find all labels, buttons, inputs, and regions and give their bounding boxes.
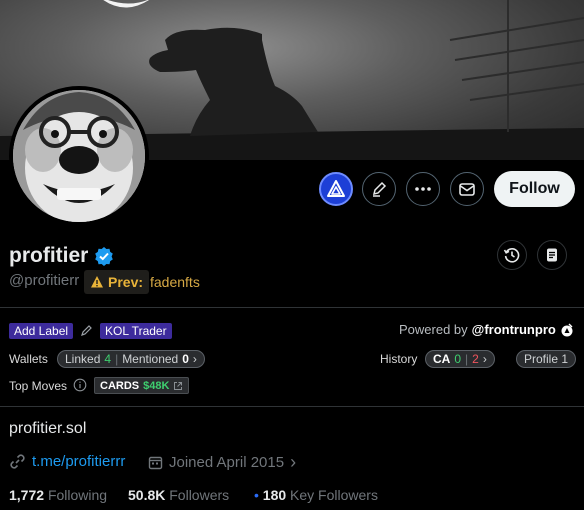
cards-value: $48K <box>143 379 170 392</box>
follow-button[interactable]: Follow <box>494 171 575 207</box>
link-icon <box>10 454 25 469</box>
top-moves-label: Top Moves <box>9 379 68 393</box>
mentioned-label: Mentioned <box>122 352 179 366</box>
following-count: 1,772 <box>9 487 45 503</box>
note-icon <box>547 248 557 262</box>
ca-label: CA <box>433 352 451 366</box>
chevron-right-icon: › <box>482 352 487 366</box>
envelope-icon <box>459 183 475 196</box>
following-stat[interactable]: 1,772 Following <box>9 487 107 503</box>
key-followers-count: 180 <box>262 487 287 503</box>
prev-label: Prev: <box>108 274 144 290</box>
divider <box>0 307 584 308</box>
previous-name[interactable]: fadenfts <box>150 274 200 290</box>
kol-trader-tag: KOL Trader <box>100 323 172 339</box>
join-date[interactable]: Joined April 2015 › <box>148 453 296 471</box>
pencil-icon <box>372 181 387 197</box>
powered-by-brand[interactable]: @frontrunpro <box>472 322 556 337</box>
notes-round-button[interactable] <box>537 240 567 270</box>
external-link-icon <box>174 381 183 390</box>
following-label: Following <box>47 487 108 503</box>
history-round-button[interactable] <box>497 240 527 270</box>
pill-separator: | <box>115 352 119 366</box>
avatar[interactable] <box>9 86 149 226</box>
powered-by: Powered by @frontrunpro <box>399 322 574 337</box>
user-handle: @profitierr <box>9 272 80 289</box>
bio: profitier.sol <box>9 420 87 437</box>
followers-label: Followers <box>169 487 230 503</box>
calendar-icon <box>148 456 163 469</box>
frontrun-button[interactable] <box>319 172 353 206</box>
linked-label: Linked <box>65 352 101 366</box>
add-label-button[interactable]: Add Label <box>9 323 74 339</box>
display-name: profitier <box>9 244 89 267</box>
chevron-right-icon: › <box>290 452 297 472</box>
powered-by-label: Powered by <box>399 322 468 337</box>
top-move-card[interactable]: CARDS $48K <box>94 377 190 394</box>
verified-badge-icon[interactable] <box>94 246 114 266</box>
ca-red-count: 2 <box>472 352 479 366</box>
pill-separator: | <box>465 352 469 366</box>
wallets-pill[interactable]: Linked 4 | Mentioned 0 › <box>57 350 205 368</box>
more-dots-icon <box>415 187 431 191</box>
ca-history-pill[interactable]: CA 0 | 2 › <box>425 350 495 368</box>
mentioned-count: 0 <box>182 352 189 366</box>
cards-label: CARDS <box>100 379 140 392</box>
frontrun-brand-icon <box>561 323 573 336</box>
pencil-icon[interactable] <box>80 324 93 337</box>
info-icon[interactable] <box>73 378 87 392</box>
more-button[interactable] <box>406 172 440 206</box>
key-followers-label: Key Followers <box>290 487 378 503</box>
joined-text: Joined April 2015 <box>169 453 285 471</box>
ca-green-count: 0 <box>454 352 462 366</box>
profile-pill[interactable]: Profile 1 <box>516 350 577 368</box>
key-followers-dot-icon: • <box>254 487 259 503</box>
message-button[interactable] <box>450 172 484 206</box>
website-link[interactable]: t.me/profitierrr <box>32 453 125 470</box>
clock-history-icon <box>503 248 520 263</box>
frontrun-logo-icon <box>327 180 345 197</box>
chevron-right-icon: › <box>192 352 197 366</box>
divider <box>0 406 584 407</box>
profile-pill-label: Profile 1 <box>524 352 569 366</box>
previous-name-badge: Prev: <box>84 270 150 294</box>
warning-icon <box>91 276 103 288</box>
avatar-image <box>13 90 145 222</box>
followers-stat[interactable]: 50.8K Followers <box>128 487 229 503</box>
website[interactable]: t.me/profitierrr <box>9 453 125 470</box>
history-label: History <box>380 352 418 366</box>
key-followers-stat[interactable]: • 180 Key Followers <box>254 487 378 503</box>
wallets-label: Wallets <box>9 352 48 366</box>
edit-note-button[interactable] <box>362 172 396 206</box>
linked-count: 4 <box>104 352 112 366</box>
followers-count: 50.8K <box>128 487 166 503</box>
